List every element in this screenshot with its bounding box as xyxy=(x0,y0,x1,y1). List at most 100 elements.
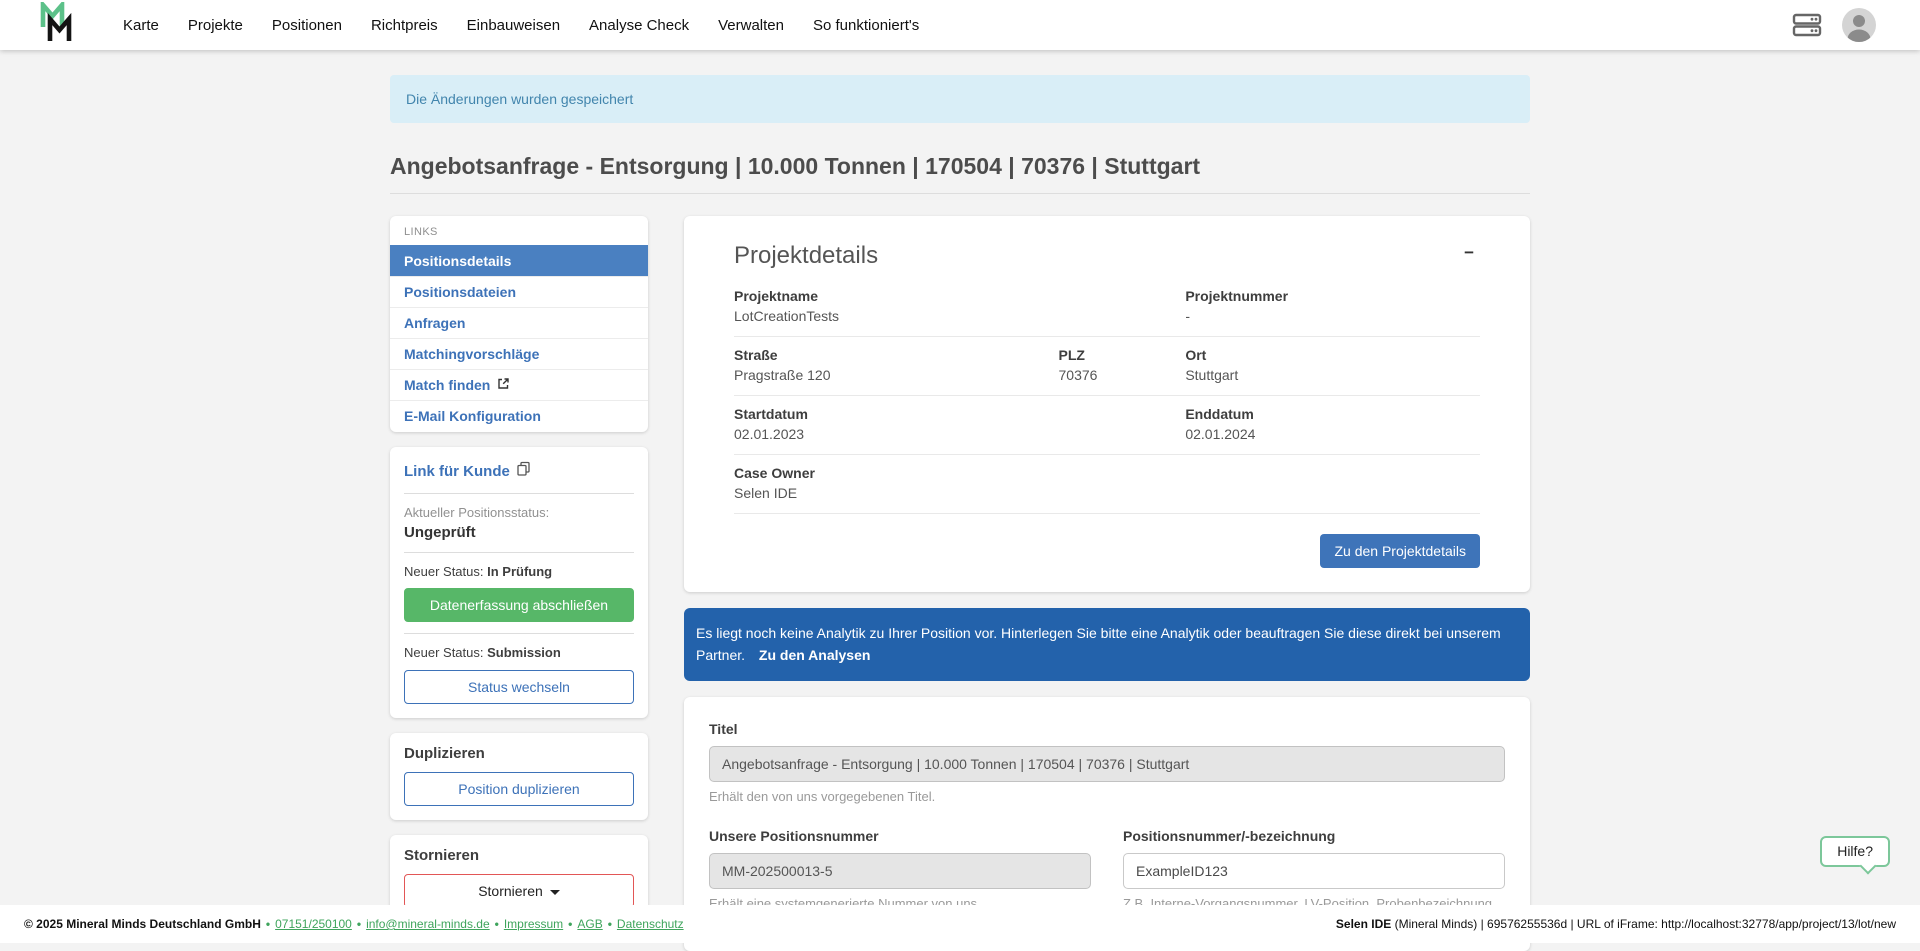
titel-helper: Erhält den von uns vorgegebenen Titel. xyxy=(709,789,1505,804)
nav-item-analyse-check[interactable]: Analyse Check xyxy=(589,17,689,34)
footer-impressum-link[interactable]: Impressum xyxy=(504,917,563,931)
next-status-value: Submission xyxy=(487,645,561,660)
complete-data-entry-button[interactable]: Datenerfassung abschließen xyxy=(404,588,634,622)
success-alert: Die Änderungen wurden gespeichert xyxy=(390,75,1530,123)
next-status-line-1: Neuer Status: In Prüfung xyxy=(404,564,634,579)
titel-label: Titel xyxy=(709,721,1505,737)
custom-position-number-label: Positionsnummer/-bezeichnung xyxy=(1123,828,1505,844)
person-icon xyxy=(1842,8,1876,42)
collapse-button[interactable]: − xyxy=(1458,242,1480,263)
footer-separator: • xyxy=(357,917,361,931)
logo-mm-icon xyxy=(40,2,76,49)
footer-datenschutz-link[interactable]: Datenschutz xyxy=(617,917,684,931)
nav-item-karte[interactable]: Karte xyxy=(123,17,159,34)
cancel-dropdown-button[interactable]: Stornieren xyxy=(404,874,634,908)
mineral-minds-logo[interactable] xyxy=(40,2,76,49)
sidebar-item-email-konfiguration[interactable]: E-Mail Konfiguration xyxy=(390,400,648,431)
footer-separator: • xyxy=(495,917,499,931)
links-card-header: LINKS xyxy=(390,216,648,245)
top-navbar: Karte Projekte Positionen Richtpreis Ein… xyxy=(0,0,1920,50)
project-row-address: Straße Pragstraße 120 PLZ 70376 Ort Stut… xyxy=(734,337,1480,396)
footer-separator: • xyxy=(568,917,572,931)
startdatum-value: 02.01.2023 xyxy=(734,426,1185,442)
sidebar-item-positionsdateien[interactable]: Positionsdateien xyxy=(390,276,648,307)
status-card: Link für Kunde Aktueller Positionsstatus… xyxy=(390,447,648,718)
cancel-button-label: Stornieren xyxy=(478,883,543,899)
divider xyxy=(404,493,634,494)
projektnummer-value: - xyxy=(1185,308,1480,324)
enddatum-value: 02.01.2024 xyxy=(1185,426,1480,442)
next-status-label: Neuer Status: xyxy=(404,645,484,660)
next-status-line-2: Neuer Status: Submission xyxy=(404,645,634,660)
duplicate-card: Duplizieren Position duplizieren xyxy=(390,733,648,820)
duplicate-position-button[interactable]: Position duplizieren xyxy=(404,772,634,806)
divider xyxy=(404,552,634,553)
links-card: LINKS Positionsdetails Positionsdateien … xyxy=(390,216,648,432)
change-status-button[interactable]: Status wechseln xyxy=(404,670,634,704)
next-status-value: In Prüfung xyxy=(487,564,552,579)
plz-value: 70376 xyxy=(1059,367,1186,383)
copy-icon[interactable] xyxy=(516,461,531,481)
chevron-down-icon xyxy=(550,890,560,895)
main-content: Projektdetails − Projektname LotCreation… xyxy=(684,216,1530,951)
custom-position-number-input[interactable] xyxy=(1123,853,1505,889)
project-details-card: Projektdetails − Projektname LotCreation… xyxy=(684,216,1530,592)
projektnummer-label: Projektnummer xyxy=(1185,288,1480,304)
projektname-value: LotCreationTests xyxy=(734,308,1185,324)
sidebar: LINKS Positionsdetails Positionsdateien … xyxy=(390,216,648,922)
nav-item-verwalten[interactable]: Verwalten xyxy=(718,17,784,34)
go-to-analyses-link[interactable]: Zu den Analysen xyxy=(759,647,871,663)
ort-value: Stuttgart xyxy=(1185,367,1480,383)
current-status-value: Ungeprüft xyxy=(404,524,634,541)
go-to-project-details-button[interactable]: Zu den Projektdetails xyxy=(1320,534,1480,568)
project-row-name-number: Projektname LotCreationTests Projektnumm… xyxy=(734,278,1480,337)
our-position-number-label: Unsere Positionsnummer xyxy=(709,828,1091,844)
plz-label: PLZ xyxy=(1059,347,1186,363)
navbar-right xyxy=(1792,8,1876,42)
footer-separator: • xyxy=(266,917,270,931)
our-position-number-group: Unsere Positionsnummer Erhält eine syste… xyxy=(709,828,1091,911)
duplicate-card-title: Duplizieren xyxy=(404,745,634,762)
project-row-dates: Startdatum 02.01.2023 Enddatum 02.01.202… xyxy=(734,396,1480,455)
titel-field-group: Titel Erhält den von uns vorgegebenen Ti… xyxy=(709,721,1505,804)
case-owner-label: Case Owner xyxy=(734,465,1480,481)
footer-phone-link[interactable]: 07151/250100 xyxy=(275,917,352,931)
nav-item-projekte[interactable]: Projekte xyxy=(188,17,243,34)
sidebar-item-label: Match finden xyxy=(404,377,490,393)
nav-item-richtpreis[interactable]: Richtpreis xyxy=(371,17,438,34)
help-button[interactable]: Hilfe? xyxy=(1820,836,1890,867)
alert-text: Die Änderungen wurden gespeichert xyxy=(406,91,633,107)
main-nav: Karte Projekte Positionen Richtpreis Ein… xyxy=(123,17,919,34)
footer-agb-link[interactable]: AGB xyxy=(577,917,602,931)
footer-separator: • xyxy=(608,917,612,931)
footer-email-link[interactable]: info@mineral-minds.de xyxy=(366,917,490,931)
user-avatar[interactable] xyxy=(1842,8,1876,42)
next-status-label: Neuer Status: xyxy=(404,564,484,579)
nav-item-einbauweisen[interactable]: Einbauweisen xyxy=(467,17,560,34)
custom-position-number-group: Positionsnummer/-bezeichnung Z.B. Intern… xyxy=(1123,828,1505,911)
strasse-value: Pragstraße 120 xyxy=(734,367,1059,383)
divider xyxy=(404,633,634,634)
sidebar-item-positionsdetails[interactable]: Positionsdetails xyxy=(390,245,648,276)
sidebar-item-anfragen[interactable]: Anfragen xyxy=(390,307,648,338)
sidebar-item-matchingvorschlaege[interactable]: Matchingvorschläge xyxy=(390,338,648,369)
titel-input xyxy=(709,746,1505,782)
page-title: Angebotsanfrage - Entsorgung | 10.000 To… xyxy=(390,153,1530,194)
project-details-title: Projektdetails xyxy=(734,242,878,270)
sidebar-item-match-finden[interactable]: Match finden xyxy=(390,369,648,400)
server-icon[interactable] xyxy=(1792,13,1822,37)
cancel-card-title: Stornieren xyxy=(404,847,634,864)
session-user: Selen IDE xyxy=(1336,917,1391,931)
project-row-owner: Case Owner Selen IDE xyxy=(734,455,1480,514)
startdatum-label: Startdatum xyxy=(734,406,1185,422)
footer: © 2025 Mineral Minds Deutschland GmbH • … xyxy=(0,905,1920,943)
current-status-label: Aktueller Positionsstatus: xyxy=(404,505,634,520)
nav-item-positionen[interactable]: Positionen xyxy=(272,17,342,34)
session-details: (Mineral Minds) | 69576255536d | URL of … xyxy=(1391,917,1896,931)
customer-link[interactable]: Link für Kunde xyxy=(404,463,510,480)
page-content: Die Änderungen wurden gespeichert Angebo… xyxy=(390,75,1530,951)
ort-label: Ort xyxy=(1185,347,1480,363)
copyright-text: © 2025 Mineral Minds Deutschland GmbH xyxy=(24,917,261,931)
case-owner-value: Selen IDE xyxy=(734,485,1480,501)
nav-item-so-funktionierts[interactable]: So funktioniert's xyxy=(813,17,919,34)
